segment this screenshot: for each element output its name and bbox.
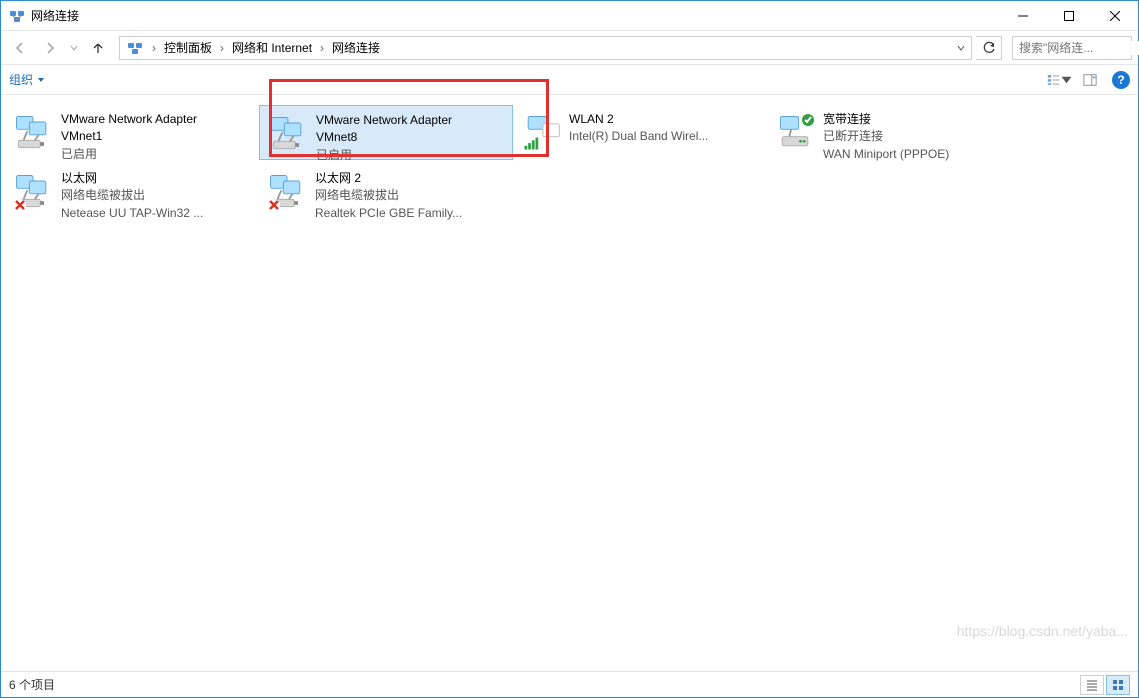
- connection-text: VMware Network AdapterVMnet1已启用: [59, 107, 257, 163]
- adapter-icon: [7, 166, 59, 218]
- connection-status: 已启用: [61, 146, 255, 163]
- close-button[interactable]: [1092, 1, 1138, 30]
- maximize-button[interactable]: [1046, 1, 1092, 30]
- adapter-icon: [262, 108, 314, 160]
- wlan-icon: [515, 107, 567, 159]
- connection-name-line2: VMnet1: [61, 128, 255, 145]
- organize-button[interactable]: 组织: [9, 71, 45, 88]
- connection-text: VMware Network AdapterVMnet8已启用: [314, 108, 510, 164]
- window: 网络连接 › 控制面板 › 网络和 Internet › 网络连接: [0, 0, 1139, 698]
- connection-item[interactable]: 宽带连接已断开连接WAN Miniport (PPPOE): [767, 105, 1021, 160]
- chevron-right-icon[interactable]: ›: [316, 41, 328, 55]
- connection-status: 已启用: [316, 147, 508, 164]
- connection-text: WLAN 2Intel(R) Dual Band Wirel...: [567, 107, 765, 146]
- adapter-icon: [261, 166, 313, 218]
- search-box[interactable]: [1012, 36, 1132, 60]
- titlebar: 网络连接: [1, 1, 1138, 31]
- connection-detail: Intel(R) Dual Band Wirel...: [569, 128, 763, 145]
- connection-item[interactable]: VMware Network AdapterVMnet1已启用: [5, 105, 259, 160]
- connection-text: 以太网 2网络电缆被拔出Realtek PCIe GBE Family...: [313, 166, 511, 222]
- address-bar: › 控制面板 › 网络和 Internet › 网络连接: [1, 31, 1138, 65]
- location-icon: [126, 39, 144, 57]
- connection-status: 已断开连接: [823, 128, 1017, 145]
- connection-item[interactable]: VMware Network AdapterVMnet8已启用: [259, 105, 513, 160]
- connection-text: 宽带连接已断开连接WAN Miniport (PPPOE): [821, 107, 1019, 163]
- preview-pane-button[interactable]: [1076, 69, 1104, 91]
- watermark: https://blog.csdn.net/yaba...: [957, 623, 1128, 639]
- adapter-icon: [7, 107, 59, 159]
- connection-item[interactable]: 以太网网络电缆被拔出Netease UU TAP-Win32 ...: [5, 164, 259, 219]
- connection-name: 以太网 2: [315, 170, 509, 187]
- recent-dropdown[interactable]: [67, 35, 81, 61]
- organize-label: 组织: [9, 71, 33, 88]
- chevron-down-icon: [37, 76, 45, 84]
- chevron-right-icon[interactable]: ›: [148, 41, 160, 55]
- connection-name: VMware Network Adapter: [316, 112, 508, 129]
- connection-status: 网络电缆被拔出: [315, 187, 509, 204]
- command-bar: 组织 ?: [1, 65, 1138, 95]
- search-input[interactable]: [1013, 41, 1139, 55]
- item-count: 6 个项目: [9, 676, 55, 693]
- connection-item[interactable]: 以太网 2网络电缆被拔出Realtek PCIe GBE Family...: [259, 164, 513, 219]
- breadcrumb-item[interactable]: 网络连接: [328, 37, 384, 59]
- view-options-button[interactable]: [1046, 69, 1074, 91]
- breadcrumb-item[interactable]: 控制面板: [160, 37, 216, 59]
- modem-icon: [769, 107, 821, 159]
- connection-detail: WAN Miniport (PPPOE): [823, 146, 1017, 163]
- connection-detail: Netease UU TAP-Win32 ...: [61, 205, 255, 222]
- chevron-down-icon: [1060, 73, 1073, 87]
- connection-detail: Realtek PCIe GBE Family...: [315, 205, 509, 222]
- back-button[interactable]: [7, 35, 33, 61]
- connection-name: 以太网: [61, 170, 255, 187]
- help-button[interactable]: ?: [1112, 71, 1130, 89]
- connection-status: 网络电缆被拔出: [61, 187, 255, 204]
- connection-name: VMware Network Adapter: [61, 111, 255, 128]
- connection-name: WLAN 2: [569, 111, 763, 128]
- app-icon: [9, 8, 25, 24]
- details-view-button[interactable]: [1080, 675, 1104, 695]
- up-button[interactable]: [85, 35, 111, 61]
- breadcrumb[interactable]: › 控制面板 › 网络和 Internet › 网络连接: [119, 36, 972, 60]
- connection-text: 以太网网络电缆被拔出Netease UU TAP-Win32 ...: [59, 166, 257, 222]
- content-area[interactable]: VMware Network AdapterVMnet1已启用VMware Ne…: [1, 95, 1138, 671]
- connection-item[interactable]: WLAN 2Intel(R) Dual Band Wirel...: [513, 105, 767, 160]
- forward-button[interactable]: [37, 35, 63, 61]
- window-title: 网络连接: [31, 7, 1000, 24]
- chevron-right-icon[interactable]: ›: [216, 41, 228, 55]
- large-icons-view-button[interactable]: [1106, 675, 1130, 695]
- connection-name-line2: VMnet8: [316, 129, 508, 146]
- connection-name: 宽带连接: [823, 111, 1017, 128]
- minimize-button[interactable]: [1000, 1, 1046, 30]
- status-bar: 6 个项目: [1, 671, 1138, 697]
- breadcrumb-dropdown[interactable]: [957, 44, 969, 52]
- refresh-button[interactable]: [976, 36, 1002, 60]
- window-controls: [1000, 1, 1138, 30]
- breadcrumb-item[interactable]: 网络和 Internet: [228, 37, 316, 59]
